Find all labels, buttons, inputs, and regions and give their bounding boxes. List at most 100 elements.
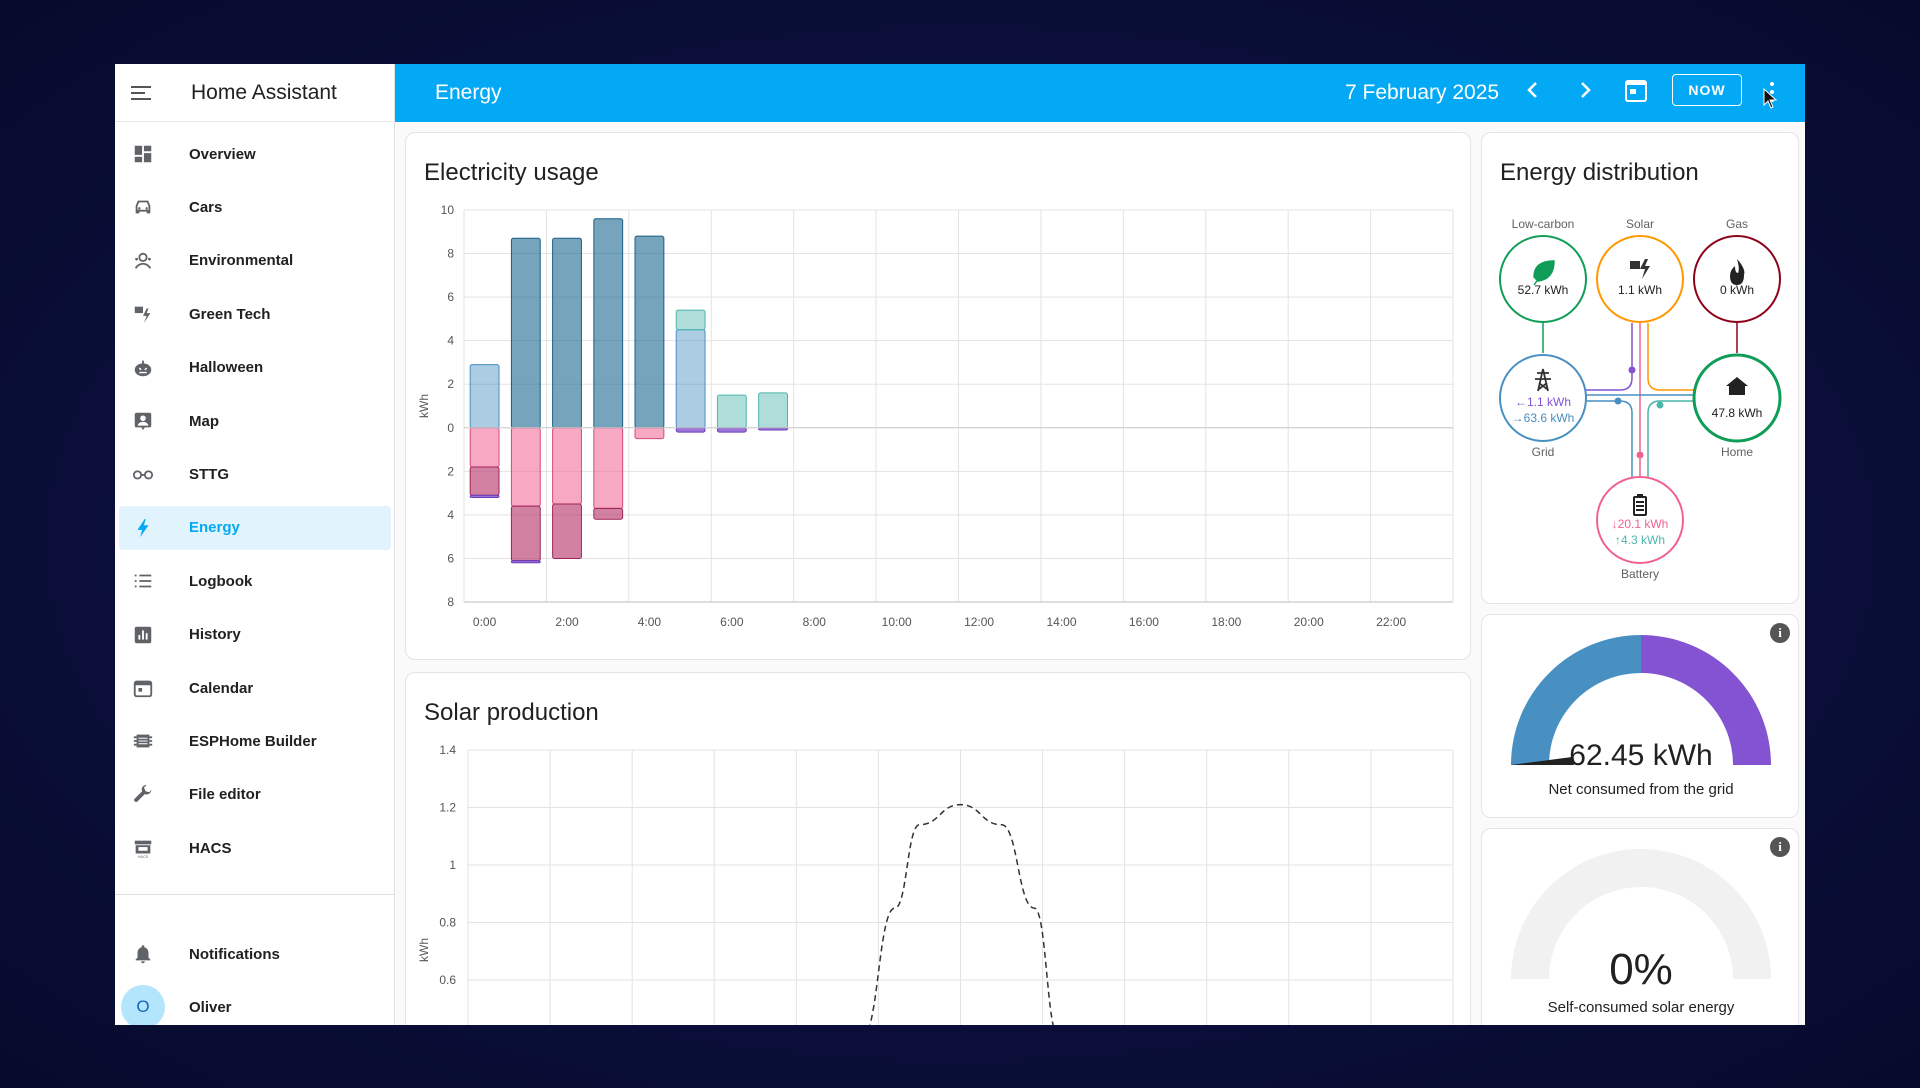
bar <box>634 427 665 440</box>
bar <box>510 427 541 507</box>
sidebar-item-label: Halloween <box>189 359 264 377</box>
grid-gauge-card: i 62.45 kWh Net consumed from the grid <box>1481 614 1799 818</box>
bar <box>634 235 665 429</box>
gas-value: 0 kWh <box>1719 283 1754 297</box>
page-title: Energy <box>435 81 502 104</box>
sidebar-item-label: Cars <box>189 198 223 216</box>
sidebar-item-hacs[interactable]: HACS HACS <box>119 826 391 870</box>
y-tick-label: 0.6 <box>439 973 456 987</box>
bar <box>469 494 500 498</box>
map-icon <box>131 409 155 433</box>
electricity-usage-card: Electricity usage 10 8 6 4 2 0 2 4 6 8 0:00 2:00 4:0… <box>405 132 1471 660</box>
sidebar-item-calendar[interactable]: Calendar <box>119 666 391 710</box>
sidebar-item-sttg[interactable]: STTG <box>119 452 391 496</box>
sidebar-item-environmental[interactable]: Environmental <box>119 239 391 283</box>
chip-icon <box>131 729 155 753</box>
gas-label: Gas <box>1725 217 1748 231</box>
solar-label: Solar <box>1625 217 1654 231</box>
grid-in-value: ←1.1 kWh <box>1514 395 1571 409</box>
dashboard-icon <box>131 142 155 166</box>
gauge-label: Net consumed from the grid <box>1548 781 1734 798</box>
user-name: Oliver <box>189 998 232 1016</box>
bar <box>469 466 500 496</box>
sidebar-item-energy[interactable]: Energy <box>119 505 391 550</box>
mouse-cursor-icon <box>1763 88 1778 109</box>
low-carbon-value: 52.7 kWh <box>1517 283 1569 297</box>
wrench-icon <box>131 783 155 807</box>
x-tick-label: 2:00 <box>555 615 579 629</box>
solar-chart: 1.4 1.2 1 0.8 0.6 kWh <box>417 743 1454 1025</box>
sidebar-item-cars[interactable]: Cars <box>119 185 391 229</box>
sidebar-item-label: Notifications <box>189 945 280 963</box>
y-tick-label: 8 <box>447 247 454 261</box>
y-tick-label: 0 <box>447 421 454 435</box>
sidebar-item-label: History <box>189 626 241 644</box>
top-bar: Energy 7 February 2025 NOW <box>395 64 1805 122</box>
gauge-value: 62.45 kWh <box>1569 739 1713 772</box>
calendar-icon <box>131 676 155 700</box>
sidebar-item-notifications[interactable]: Notifications <box>119 932 391 976</box>
x-tick-label: 8:00 <box>803 615 827 629</box>
sidebar-item-label: Green Tech <box>189 305 271 323</box>
y-tick-label: 6 <box>447 551 454 565</box>
grid-label: Grid <box>1531 445 1555 459</box>
chevron-left-icon[interactable] <box>1523 78 1543 108</box>
avatar: O <box>121 985 165 1025</box>
sidebar-item-file-editor[interactable]: File editor <box>119 773 391 817</box>
sidebar-item-logbook[interactable]: Logbook <box>119 559 391 603</box>
x-tick-label: 12:00 <box>964 615 994 629</box>
solar-power-icon <box>131 302 155 326</box>
bar <box>675 329 706 429</box>
sidebar-item-halloween[interactable]: Halloween <box>119 346 391 390</box>
lightning-icon <box>131 516 155 540</box>
x-tick-label: 6:00 <box>720 615 744 629</box>
bar <box>593 427 624 509</box>
home-label: Home <box>1720 445 1753 459</box>
x-tick-label: 20:00 <box>1294 615 1324 629</box>
y-tick-label: 8 <box>447 595 454 609</box>
car-icon <box>131 195 155 219</box>
sidebar-item-label: Logbook <box>189 572 253 590</box>
x-tick-label: 4:00 <box>638 615 662 629</box>
sidebar-item-label: ESPHome Builder <box>189 732 317 750</box>
sidebar-divider <box>115 894 395 895</box>
sidebar-item-label: Map <box>189 412 219 430</box>
y-axis-label: kWh <box>417 394 431 418</box>
store-icon: HACS <box>131 836 155 860</box>
app-title: Home Assistant <box>191 80 337 104</box>
bar <box>593 507 624 520</box>
bar <box>675 309 706 331</box>
environment-icon <box>131 249 155 273</box>
bar <box>716 394 747 429</box>
x-tick-label: 18:00 <box>1211 615 1241 629</box>
sidebar-item-green-tech[interactable]: Green Tech <box>119 292 391 336</box>
sidebar-item-history[interactable]: History <box>119 613 391 657</box>
sidebar-item-user[interactable]: O Oliver <box>119 985 391 1025</box>
battery-out-value: ↑4.3 kWh <box>1614 533 1665 547</box>
bar <box>758 392 788 429</box>
x-tick-label: 0:00 <box>473 615 497 629</box>
y-tick-label: 4 <box>447 508 454 522</box>
menu-icon[interactable] <box>131 79 159 107</box>
sidebar-item-map[interactable]: Map <box>119 399 391 443</box>
y-tick-label: 0.8 <box>439 916 456 930</box>
gauge-label: Self-consumed solar energy <box>1547 999 1735 1016</box>
y-tick-label: 4 <box>447 334 454 348</box>
sidebar-item-esphome-builder[interactable]: ESPHome Builder <box>119 719 391 763</box>
y-axis-label: kWh <box>417 938 431 962</box>
battery-in-value: ↓20.1 kWh <box>1611 517 1669 531</box>
y-tick-label: 1 <box>449 858 456 872</box>
sidebar-item-label: STTG <box>189 465 229 483</box>
sidebar-item-label: Environmental <box>189 252 294 270</box>
now-button[interactable]: NOW <box>1672 74 1742 106</box>
calendar-icon[interactable] <box>1625 80 1647 102</box>
bar <box>675 427 706 433</box>
solar-production-card: Solar production 1.4 1.2 1 0.8 0.6 kWh <box>405 672 1471 1025</box>
bar <box>510 505 541 562</box>
bar <box>469 364 500 429</box>
sidebar-item-overview[interactable]: Overview <box>119 132 391 176</box>
chevron-right-icon[interactable] <box>1575 78 1595 108</box>
energy-distribution-card: Energy distribution Low-carbon Solar Gas… <box>1481 132 1799 604</box>
app-window: Home Assistant Overview Cars Environmental… <box>115 64 1805 1025</box>
low-carbon-label: Low-carbon <box>1511 217 1575 231</box>
